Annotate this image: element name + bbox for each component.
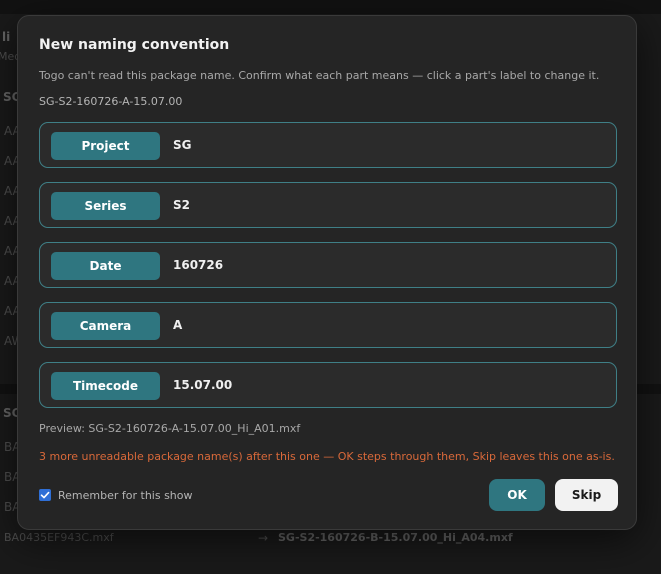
part-value-timecode: 15.07.00 bbox=[173, 378, 233, 392]
dialog-title: New naming convention bbox=[39, 37, 230, 53]
part-row-timecode: Timecode 15.07.00 bbox=[39, 362, 617, 408]
remember-label: Remember for this show bbox=[58, 488, 193, 502]
filename-preview: Preview: SG-S2-160726-A-15.07.00_Hi_A01.… bbox=[39, 422, 301, 435]
checkbox-checked-icon[interactable] bbox=[39, 489, 51, 501]
dialog-subtitle: Togo can't read this package name. Confi… bbox=[39, 69, 600, 82]
package-name: SG-S2-160726-A-15.07.00 bbox=[39, 95, 183, 108]
part-label-project-button[interactable]: Project bbox=[51, 132, 160, 160]
part-value-series: S2 bbox=[173, 198, 190, 212]
part-label-timecode-button[interactable]: Timecode bbox=[51, 372, 160, 400]
part-row-camera: Camera A bbox=[39, 302, 617, 348]
ok-button[interactable]: OK bbox=[489, 479, 545, 511]
part-value-project: SG bbox=[173, 138, 192, 152]
bg-source-file: BA0435EF943C.mxf bbox=[4, 531, 114, 544]
checkmark-icon bbox=[40, 491, 50, 499]
bg-header-fragment: li bbox=[2, 30, 11, 44]
naming-convention-dialog: New naming convention Togo can't read th… bbox=[17, 15, 637, 530]
part-value-date: 160726 bbox=[173, 258, 224, 272]
skip-button[interactable]: Skip bbox=[555, 479, 618, 511]
unreadable-warning: 3 more unreadable package name(s) after … bbox=[39, 450, 615, 463]
part-row-project: Project SG bbox=[39, 122, 617, 168]
part-label-date-button[interactable]: Date bbox=[51, 252, 160, 280]
part-label-camera-button[interactable]: Camera bbox=[51, 312, 160, 340]
bg-target-file: SG-S2-160726-B-15.07.00_Hi_A04.mxf bbox=[278, 531, 513, 544]
part-value-camera: A bbox=[173, 318, 183, 332]
part-row-series: Series S2 bbox=[39, 182, 617, 228]
part-label-series-button[interactable]: Series bbox=[51, 192, 160, 220]
remember-checkbox[interactable]: Remember for this show bbox=[39, 488, 193, 502]
part-row-date: Date 160726 bbox=[39, 242, 617, 288]
arrow-right-icon: → bbox=[258, 531, 269, 545]
